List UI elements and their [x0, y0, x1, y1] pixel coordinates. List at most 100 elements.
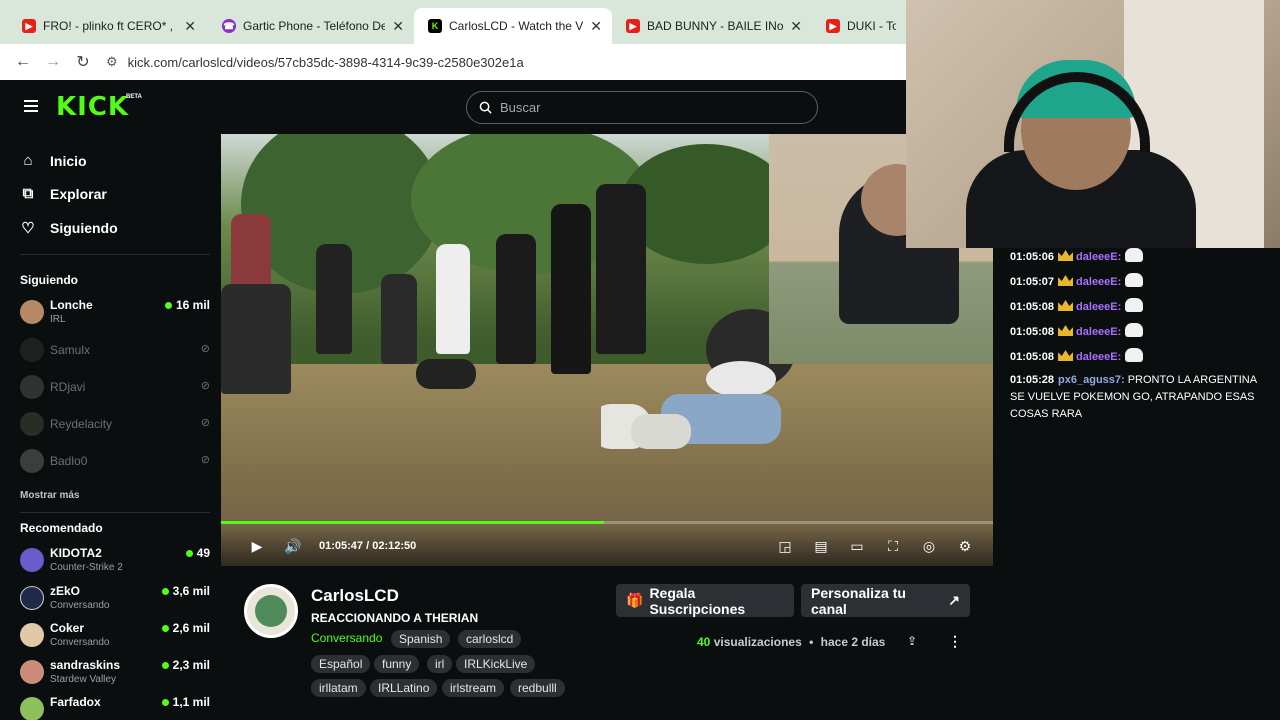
viewer-count: 1,1 mil [161, 695, 210, 709]
channel-category: Conversando [50, 637, 110, 648]
play-icon[interactable]: ▶ [239, 538, 275, 555]
tab-title: Gartic Phone - Teléfono Descom [243, 19, 386, 33]
kick-icon: K [428, 19, 442, 33]
crown-badge-icon [1058, 250, 1074, 261]
emote-icon [1125, 298, 1144, 312]
channel-avatar[interactable] [244, 584, 298, 638]
settings-gear-icon[interactable]: ⚙ [947, 538, 983, 555]
pip-icon[interactable]: ◲ [767, 538, 803, 555]
chat-username[interactable]: daleeeE: [1076, 301, 1121, 313]
tag-chip[interactable]: Español [311, 655, 371, 673]
chat-username[interactable]: daleeeE: [1076, 351, 1121, 363]
volume-icon[interactable]: 🔊 [275, 538, 311, 555]
progress-bar[interactable] [221, 521, 993, 524]
recommended-channel[interactable]: Coker Conversando 2,6 mil [20, 619, 210, 653]
browser-tab[interactable]: ▶ BAD BUNNY - BAILE INoLVIDAB ✕ [612, 8, 812, 44]
browser-tab[interactable]: ☎ Gartic Phone - Teléfono Descom ✕ [208, 8, 414, 44]
offline-icon: ⊘ [200, 380, 210, 392]
chat-username[interactable]: daleeeE: [1076, 251, 1121, 263]
chat-timestamp: 01:05:28 [1010, 374, 1055, 386]
gift-subscriptions-button[interactable]: 🎁 Regala Suscripciones [616, 584, 794, 617]
chat-message: 01:05:06 daleeeE: [1010, 248, 1260, 266]
menu-icon[interactable] [24, 100, 38, 112]
recommended-channel[interactable]: Farfadox 1,1 mil [20, 693, 210, 720]
tag-chip[interactable]: carloslcd [458, 630, 522, 648]
site-info-icon[interactable]: ⚙ [106, 54, 118, 70]
offline-icon: ⊘ [200, 343, 210, 355]
kick-logo[interactable]: KICK [56, 92, 129, 122]
tag-chip[interactable]: irlstream [442, 679, 505, 697]
close-tab-icon[interactable]: ✕ [590, 18, 602, 35]
following-channel[interactable]: Samulx ⊘ [20, 334, 210, 368]
search-box[interactable] [466, 91, 818, 124]
chat-username[interactable]: daleeeE: [1076, 326, 1121, 338]
crown-badge-icon [1058, 300, 1074, 311]
tag-chip[interactable]: IRLKickLive [456, 655, 536, 673]
url-field[interactable]: ⚙ kick.com/carloslcd/videos/57cb35dc-389… [106, 54, 524, 70]
more-options-icon[interactable]: ⋮ [948, 633, 962, 650]
following-channel[interactable]: Badlo0 ⊘ [20, 445, 210, 479]
reload-icon[interactable]: ↻ [68, 52, 98, 72]
following-channel[interactable]: Lonche IRL 16 mil [20, 296, 210, 330]
channel-name[interactable]: CarlosLCD [311, 586, 399, 606]
channel-info: CarlosLCD REACCIONANDO A THERIAN Convers… [221, 566, 994, 720]
following-channel[interactable]: RDjavi ⊘ [20, 371, 210, 405]
chat-message: 01:05:07 daleeeE: [1010, 273, 1260, 291]
player-right-controls: ◲ ▤ ▭ ⛶ ◎ ⚙ [767, 538, 993, 555]
emote-icon [1125, 273, 1144, 287]
search-input[interactable] [500, 100, 800, 115]
avatar [20, 660, 44, 684]
show-more-link[interactable]: Mostrar más [20, 490, 79, 501]
tag-chip[interactable]: irl [427, 655, 453, 673]
browser-tab-active[interactable]: K CarlosLCD - Watch the VOD on ✕ [414, 8, 612, 44]
tag-chip[interactable]: redbulll [510, 679, 565, 697]
tag-chip[interactable]: Spanish [391, 630, 451, 648]
tag-chip[interactable]: funny [374, 655, 420, 673]
sidebar-item-explorar[interactable]: ⧉ Explorar [20, 185, 107, 202]
theater-mode-icon[interactable]: ▭ [839, 538, 875, 555]
player-controls: ▶ 🔊 01:05:47 / 02:12:50 ◲ ▤ ▭ ⛶ ◎ ⚙ [221, 526, 993, 566]
category-link[interactable]: Conversando [311, 631, 382, 645]
viewer-count-text: 1,1 mil [172, 695, 210, 709]
recommended-channel[interactable]: KIDOTA2 Counter-Strike 2 49 [20, 544, 210, 578]
live-dot-icon [164, 301, 172, 309]
tag-chip[interactable]: IRLLatino [370, 679, 438, 697]
recommended-channel[interactable]: sandraskins Stardew Valley 2,3 mil [20, 656, 210, 690]
close-tab-icon[interactable]: ✕ [392, 18, 404, 35]
youtube-icon: ▶ [22, 19, 36, 33]
channel-category: Stardew Valley [50, 674, 116, 685]
avatar [20, 375, 44, 399]
channel-category: Conversando [50, 600, 110, 611]
viewer-count-text: 2,6 mil [172, 621, 210, 635]
sidebar-item-siguiendo[interactable]: ♡ Siguiendo [20, 219, 117, 237]
sidebar-item-inicio[interactable]: ⌂ Inicio [20, 152, 87, 169]
customize-channel-button[interactable]: Personaliza tu canal ↗ [801, 584, 970, 617]
close-tab-icon[interactable]: ✕ [184, 18, 196, 35]
chat-username[interactable]: px6_aguss7: [1058, 374, 1125, 386]
channel-name: Reydelacity [50, 417, 113, 431]
channel-category: Counter-Strike 2 [50, 562, 123, 573]
fullscreen-icon[interactable]: ⛶ [875, 538, 911, 555]
chat-panel: 01:05:06 daleeeE: 01:05:07 daleeeE: 01:05:08… [994, 248, 1280, 720]
channel-name: Badlo0 [50, 454, 88, 468]
browser-tab[interactable]: ▶ FRO! - plinko ft CERO* , CLUSTE ✕ [8, 8, 206, 44]
playback-speed-icon[interactable]: ◎ [911, 538, 947, 555]
recommended-channel[interactable]: zEkO Conversando 3,6 mil [20, 582, 210, 616]
video-player[interactable]: ▶ 🔊 01:05:47 / 02:12:50 ◲ ▤ ▭ ⛶ ◎ ⚙ [221, 134, 993, 566]
person [381, 274, 417, 364]
chat-username[interactable]: daleeeE: [1076, 276, 1121, 288]
browser-tab[interactable]: ▶ DUKI - Toc Psy [812, 8, 906, 44]
close-tab-icon[interactable]: ✕ [790, 18, 802, 35]
back-icon[interactable]: ← [8, 53, 38, 71]
clip-icon[interactable]: ▤ [803, 538, 839, 555]
forward-icon[interactable]: → [38, 53, 68, 71]
channel-name: Farfadox [50, 695, 101, 709]
viewer-count: 16 mil [164, 298, 210, 312]
streamer-webcam-overlay [906, 0, 1280, 248]
person [551, 204, 591, 374]
following-channel[interactable]: Reydelacity ⊘ [20, 408, 210, 442]
share-icon[interactable]: ⇪ [907, 634, 917, 648]
sidebar-item-label: Inicio [50, 152, 87, 169]
duration: 02:12:50 [372, 540, 417, 552]
tag-chip[interactable]: irllatam [311, 679, 366, 697]
